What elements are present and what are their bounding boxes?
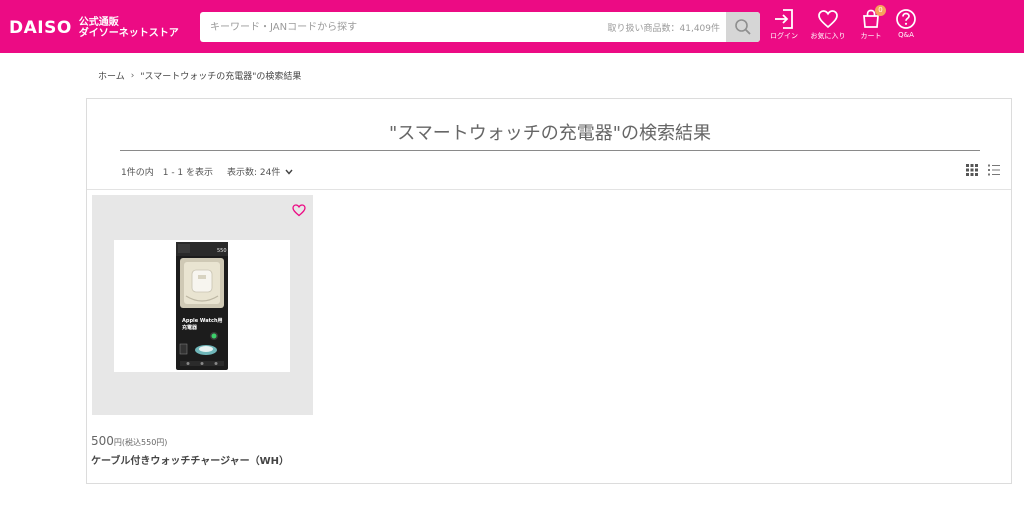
logo-subtitle-line2: ダイソーネットストア: [78, 28, 179, 39]
price-value: 500: [91, 434, 114, 448]
search-results-panel: "スマートウォッチの充電器"の検索結果 1件の内 1 - 1 を表示 表示数: …: [86, 98, 1012, 484]
help-button[interactable]: Q&A: [886, 8, 926, 48]
heart-icon[interactable]: [292, 203, 306, 217]
product-package-illustration: 550 Apple Watch用 充電器: [176, 242, 228, 370]
breadcrumb-current: "スマートウォッチの充電器"の検索結果: [140, 72, 302, 82]
product-price: 500円(税込550円): [91, 430, 167, 449]
site-logo[interactable]: DAISO 公式通販 ダイソーネットストア: [9, 17, 179, 39]
per-page-select[interactable]: 表示数: 24件: [227, 165, 293, 178]
package-text-line2: 充電器: [182, 324, 198, 331]
view-toggle-group: [957, 163, 1001, 177]
chevron-down-icon: [285, 169, 293, 175]
search-icon: [735, 19, 751, 35]
results-toolbar: 1件の内 1 - 1 を表示 表示数: 24件: [121, 165, 293, 178]
logo-subtitle-line1: 公式通販: [78, 17, 119, 28]
search-button[interactable]: [726, 12, 760, 42]
help-label: Q&A: [898, 31, 914, 39]
favorites-button[interactable]: お気に入り: [808, 8, 848, 48]
breadcrumb: ホーム › "スマートウォッチの充電器"の検索結果: [98, 69, 302, 83]
grid-view-icon[interactable]: [965, 163, 979, 177]
product-name-link[interactable]: ケーブル付きウォッチチャージャー（WH）: [91, 452, 289, 467]
help-icon: [896, 9, 916, 29]
title-divider: [120, 150, 980, 151]
page-title: "スマートウォッチの充電器"の検索結果: [388, 123, 712, 144]
search-bar: 取り扱い商品数：41,409件: [200, 12, 760, 42]
heart-icon: [818, 10, 838, 29]
package-text-line1: Apple Watch用: [182, 317, 223, 324]
list-view-icon[interactable]: [987, 163, 1001, 177]
login-button[interactable]: ログイン: [764, 8, 804, 48]
logo-subtitle: 公式通販 ダイソーネットストア: [79, 17, 179, 39]
cart-count-badge: 0: [875, 5, 886, 16]
favorites-label: お気に入り: [810, 32, 846, 40]
logo-wordmark: DAISO: [9, 18, 72, 38]
product-card[interactable]: 550 Apple Watch用 充電器 500円(税込550円) ケーブル付き…: [91, 195, 314, 475]
cart-label: カート: [860, 32, 882, 40]
product-image[interactable]: 550 Apple Watch用 充電器: [114, 240, 290, 372]
product-image-area[interactable]: 550 Apple Watch用 充電器: [92, 195, 313, 415]
login-icon: [775, 9, 793, 29]
site-header: DAISO 公式通販 ダイソーネットストア 取り扱い商品数：41,409件 ログ…: [0, 0, 1024, 53]
search-item-count: 取り扱い商品数：41,409件: [607, 24, 721, 34]
breadcrumb-home-link[interactable]: ホーム: [98, 69, 125, 82]
toolbar-divider: [87, 189, 1011, 190]
per-page-label: 表示数: 24件: [227, 168, 281, 178]
package-price-tag: 550: [217, 248, 227, 254]
chevron-right-icon: ›: [130, 70, 135, 81]
price-unit-tax: 円(税込550円): [113, 438, 168, 447]
cart-button[interactable]: 0 カート: [851, 5, 891, 48]
login-label: ログイン: [770, 32, 798, 40]
result-count-text: 1件の内 1 - 1 を表示: [121, 168, 214, 178]
